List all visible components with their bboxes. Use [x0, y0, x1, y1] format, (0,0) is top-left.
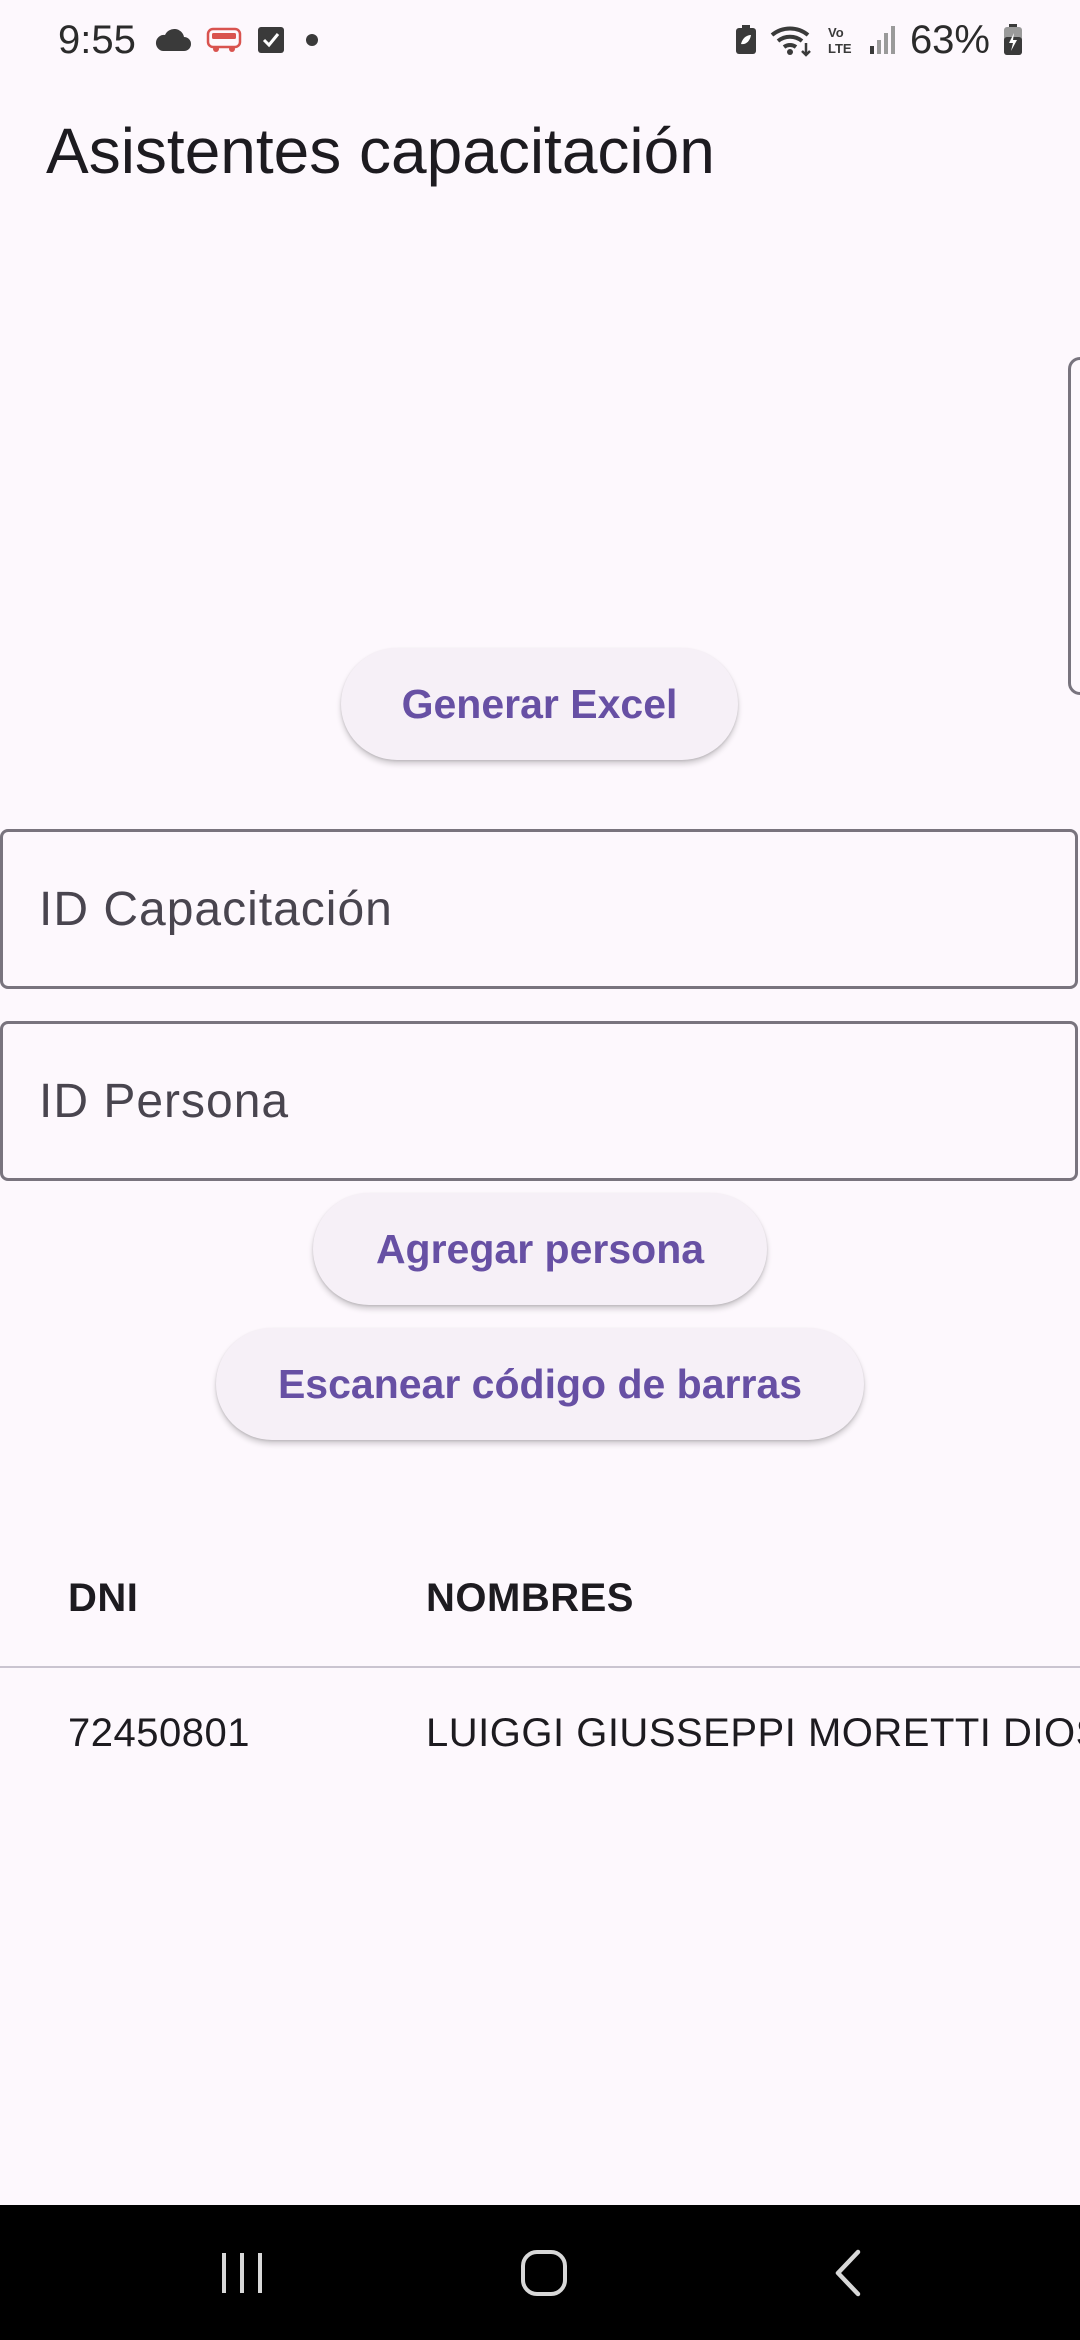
dot-icon [300, 28, 324, 52]
svg-text:LTE: LTE [828, 41, 852, 56]
column-header-nombres: NOMBRES [426, 1575, 634, 1620]
side-panel-handle[interactable] [1068, 357, 1080, 695]
recents-icon [218, 2251, 266, 2295]
table-row[interactable]: 72450801 LUIGGI GIUSSEPPI MORETTI DIOS [0, 1668, 1080, 1798]
signal-icon [868, 24, 898, 56]
battery-icon [1002, 23, 1024, 57]
generate-excel-button[interactable]: Generar Excel [341, 648, 738, 760]
home-icon [519, 2248, 569, 2298]
battery-saver-icon [734, 24, 758, 56]
table-header: DNI NOMBRES [0, 1530, 1080, 1668]
home-button[interactable] [474, 2205, 614, 2340]
back-icon [830, 2248, 866, 2298]
battery-percent: 63% [909, 17, 990, 62]
status-bar: 9:55 Vo LTE 63% [0, 0, 1080, 80]
volte-icon: Vo LTE [826, 23, 856, 57]
cloud-icon [154, 27, 192, 53]
bus-app-icon [206, 25, 242, 55]
status-right-group: Vo LTE 63% [734, 18, 1024, 63]
attendees-table: DNI NOMBRES 72450801 LUIGGI GIUSSEPPI MO… [0, 1530, 1080, 1798]
person-id-field[interactable] [0, 1021, 1078, 1181]
training-id-field[interactable] [0, 829, 1078, 989]
wifi-icon [770, 23, 814, 57]
column-header-dni: DNI [68, 1575, 139, 1620]
scan-barcode-button[interactable]: Escanear código de barras [216, 1328, 864, 1440]
cell-nombres: LUIGGI GIUSSEPPI MORETTI DIOS [426, 1710, 1080, 1755]
status-left-group: 9:55 [58, 18, 324, 63]
page-title: Asistentes capacitación [46, 115, 715, 187]
recents-button[interactable] [172, 2205, 312, 2340]
cell-dni: 72450801 [68, 1710, 250, 1755]
status-time: 9:55 [58, 17, 136, 62]
add-person-button[interactable]: Agregar persona [313, 1193, 767, 1305]
person-id-input[interactable] [37, 1072, 1075, 1130]
back-button[interactable] [778, 2205, 918, 2340]
checkbox-app-icon [256, 25, 286, 55]
system-nav-bar [0, 2205, 1080, 2340]
svg-text:Vo: Vo [828, 25, 844, 40]
training-id-input[interactable] [37, 880, 1075, 938]
